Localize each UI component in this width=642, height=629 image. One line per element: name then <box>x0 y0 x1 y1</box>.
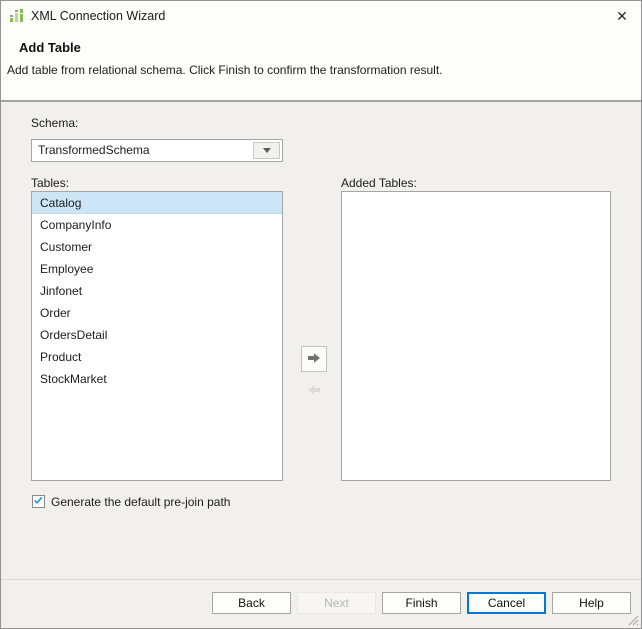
footer-separator <box>1 579 641 580</box>
arrow-right-icon <box>306 350 322 369</box>
table-list-item[interactable]: Jinfonet <box>32 280 282 302</box>
tables-list[interactable]: Catalog CompanyInfo Customer Employee Ji… <box>31 191 283 481</box>
step-title: Add Table <box>19 40 81 55</box>
close-icon[interactable]: ✕ <box>603 1 641 31</box>
schema-select[interactable]: TransformedSchema <box>31 139 283 162</box>
window-title: XML Connection Wizard <box>31 9 166 23</box>
schema-dropdown-button[interactable] <box>253 142 280 159</box>
table-list-item[interactable]: Product <box>32 346 282 368</box>
table-list-item[interactable]: OrdersDetail <box>32 324 282 346</box>
footer-button-cancel[interactable]: Cancel <box>467 592 546 614</box>
added-tables-list[interactable] <box>341 191 611 481</box>
prejoin-checkbox[interactable] <box>32 495 45 508</box>
footer-button-next[interactable]: Next <box>297 592 376 614</box>
schema-label: Schema: <box>31 116 79 130</box>
resize-grip[interactable] <box>626 613 639 626</box>
table-list-item[interactable]: Customer <box>32 236 282 258</box>
wizard-app-icon <box>9 8 25 24</box>
footer-button-back[interactable]: Back <box>212 592 291 614</box>
table-list-item[interactable]: CompanyInfo <box>32 214 282 236</box>
step-subtitle: Add table from relational schema. Click … <box>7 63 443 77</box>
titlebar: XML Connection Wizard ✕ <box>1 1 641 31</box>
footer-button-finish[interactable]: Finish <box>382 592 461 614</box>
table-list-item[interactable]: Order <box>32 302 282 324</box>
tables-label: Tables: <box>31 176 70 190</box>
table-list-item[interactable]: StockMarket <box>32 368 282 390</box>
checkmark-icon <box>33 493 44 511</box>
arrow-left-icon <box>306 382 322 401</box>
remove-table-button[interactable] <box>301 378 327 404</box>
xml-connection-wizard-dialog: XML Connection Wizard ✕ Add Table Add ta… <box>0 0 642 629</box>
added-tables-label: Added Tables: <box>341 176 417 190</box>
footer-button-help[interactable]: Help <box>552 592 631 614</box>
table-list-item[interactable]: Catalog <box>32 192 282 214</box>
header-separator <box>1 100 641 102</box>
footer-button-bar: Back Next Finish Cancel Help <box>212 592 631 614</box>
add-table-button[interactable] <box>301 346 327 372</box>
prejoin-checkbox-label[interactable]: Generate the default pre-join path <box>51 495 230 509</box>
wizard-step-header: Add Table Add table from relational sche… <box>1 31 641 100</box>
chevron-down-icon <box>262 148 271 153</box>
schema-selected-value: TransformedSchema <box>38 143 150 157</box>
table-list-item[interactable]: Employee <box>32 258 282 280</box>
